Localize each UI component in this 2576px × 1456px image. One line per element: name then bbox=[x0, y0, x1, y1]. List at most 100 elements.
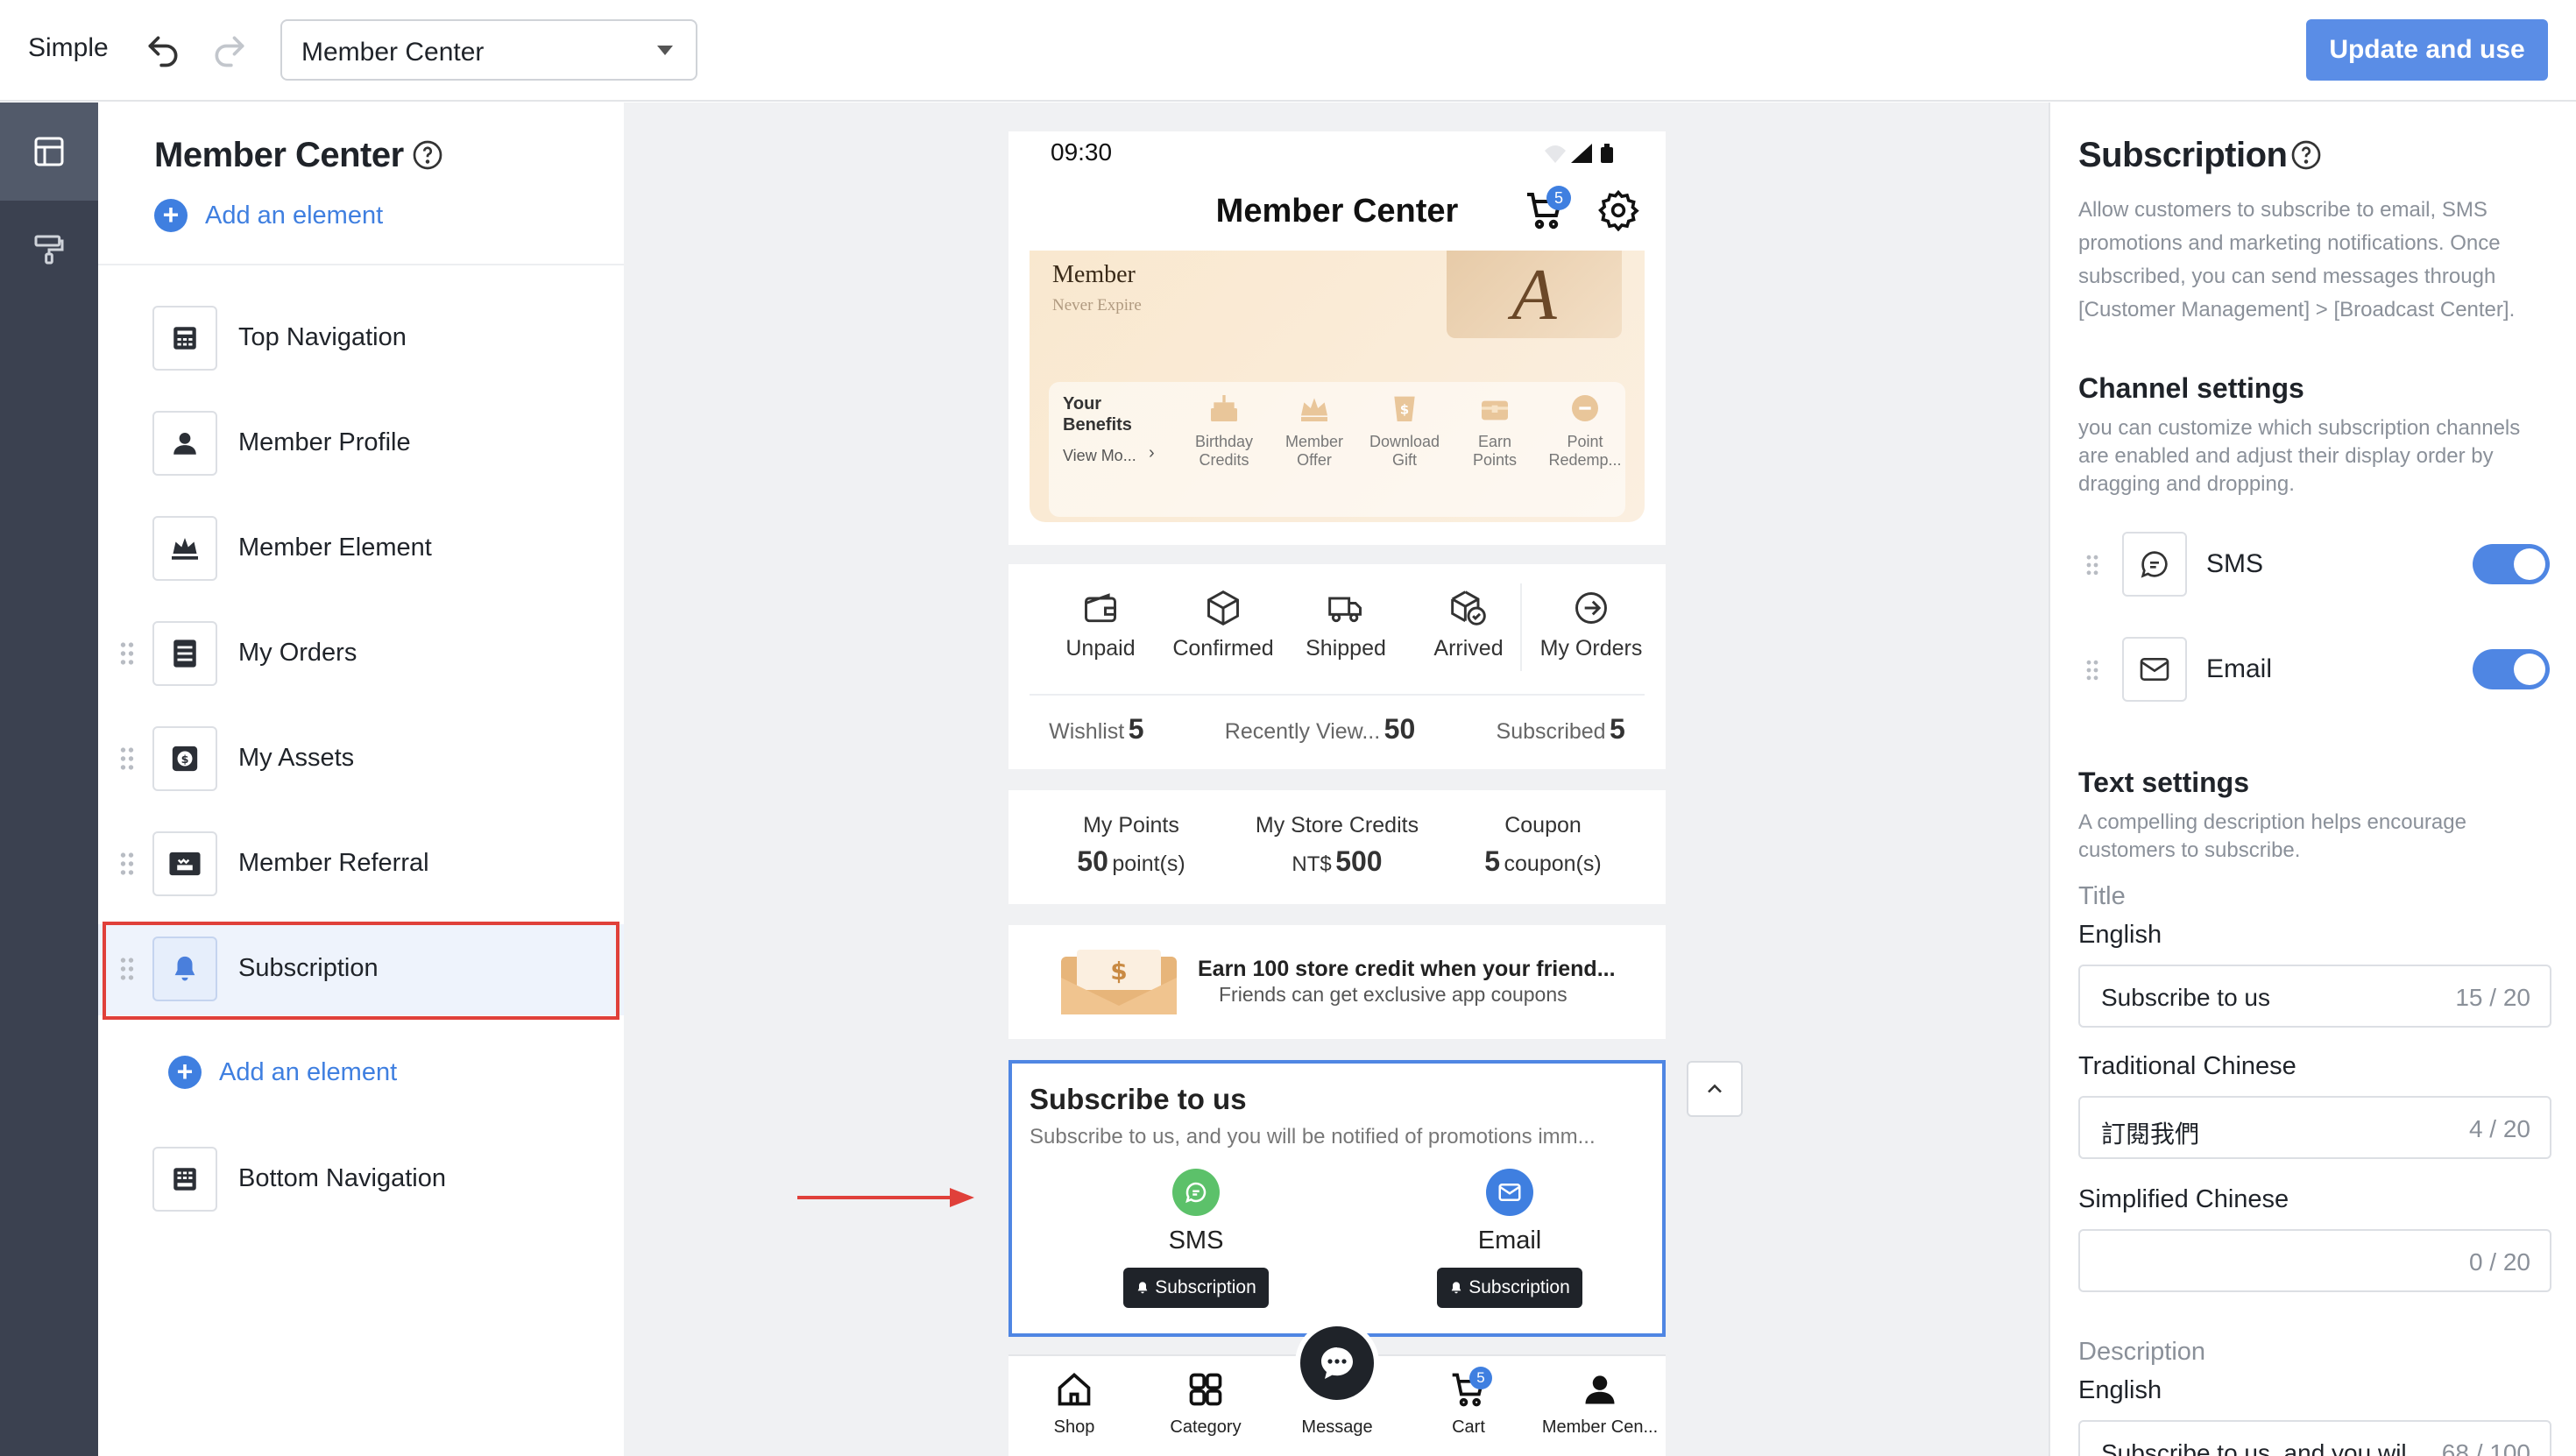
collapse-button[interactable] bbox=[1687, 1061, 1743, 1117]
home-icon bbox=[1058, 1373, 1091, 1406]
page-select[interactable]: Member Center bbox=[280, 19, 697, 81]
bottom-nav-category[interactable]: Category bbox=[1140, 1370, 1271, 1438]
drag-handle-icon bbox=[120, 642, 134, 665]
mode-label[interactable]: Simple bbox=[28, 33, 109, 63]
chevron-right-icon: › bbox=[1149, 443, 1155, 463]
title-english-input[interactable]: Subscribe to us 15 / 20 bbox=[2078, 965, 2551, 1028]
email-icon bbox=[1486, 1169, 1533, 1216]
subscription-block[interactable]: Subscribe to us Subscribe to us, and you… bbox=[1008, 1060, 1666, 1337]
sms-toggle[interactable] bbox=[2473, 544, 2550, 584]
my-store-credits[interactable]: My Store Credits NT$ 500 bbox=[1232, 813, 1442, 878]
add-element-bottom-button[interactable]: + Add an element bbox=[168, 1056, 397, 1089]
bell-icon bbox=[1451, 1282, 1461, 1294]
benefit-birthday-credits[interactable]: Birthday Credits bbox=[1180, 391, 1268, 470]
crown-icon bbox=[1301, 398, 1327, 421]
top-toolbar: Simple Member Center Update and use bbox=[0, 0, 2576, 102]
add-element-top-button[interactable]: + Add an element bbox=[154, 199, 383, 232]
wishlist-stat[interactable]: Wishlist 5 bbox=[1049, 713, 1143, 746]
coin-bag-icon: $ bbox=[1394, 396, 1415, 421]
benefit-earn-points[interactable]: Earn Points bbox=[1451, 391, 1539, 470]
sms-subscription-button[interactable]: Subscription bbox=[1123, 1268, 1269, 1308]
my-orders-card[interactable]: Unpaid Confirmed Shipped Arrived My Orde… bbox=[1008, 564, 1666, 769]
treasure-icon bbox=[1482, 400, 1508, 421]
subscription-title: Subscribe to us bbox=[1030, 1083, 1247, 1115]
cake-icon bbox=[1211, 395, 1237, 421]
drag-handle-icon bbox=[120, 852, 134, 875]
chat-bubble-icon bbox=[1321, 1347, 1353, 1379]
recently-viewed-stat[interactable]: Recently View... 50 bbox=[1225, 713, 1415, 746]
help-icon[interactable] bbox=[2290, 139, 2322, 171]
message-fab[interactable] bbox=[1295, 1321, 1379, 1405]
my-orders-link[interactable]: My Orders bbox=[1525, 589, 1657, 661]
description-section-label: Description bbox=[2078, 1338, 2206, 1366]
benefit-download-gift[interactable]: $ Download Gift bbox=[1361, 391, 1448, 470]
benefits-panel: Your Benefits View Mo... › Birthday Cred… bbox=[1049, 382, 1625, 517]
text-settings-desc: A compelling description helps encourage… bbox=[2078, 810, 2466, 862]
channel-row-email: Email bbox=[2050, 637, 2576, 707]
element-list-title: Member Center bbox=[154, 136, 404, 174]
subscription-description: Subscribe to us, and you will be notifie… bbox=[1030, 1125, 1596, 1149]
bottom-nav-member-center[interactable]: Member Cen... bbox=[1534, 1370, 1666, 1438]
settings-panel: Subscription Allow customers to subscrib… bbox=[2049, 102, 2576, 1456]
crown-icon bbox=[152, 516, 217, 581]
wallet-icon bbox=[1085, 593, 1116, 623]
drag-handle-icon[interactable] bbox=[2085, 658, 2099, 682]
orders-icon bbox=[152, 621, 217, 686]
order-status-unpaid[interactable]: Unpaid bbox=[1035, 589, 1166, 661]
update-and-use-button[interactable]: Update and use bbox=[2306, 19, 2548, 81]
arrived-package-icon bbox=[1451, 590, 1486, 626]
benefit-member-offer[interactable]: Member Offer bbox=[1270, 391, 1358, 470]
bottom-nav-cart[interactable]: Cart bbox=[1403, 1370, 1534, 1438]
element-item-top-navigation[interactable]: Top Navigation bbox=[98, 293, 624, 385]
undo-icon[interactable] bbox=[144, 32, 182, 70]
paint-roller-icon[interactable] bbox=[0, 201, 98, 299]
bottom-navigation-icon bbox=[152, 1147, 217, 1212]
element-item-my-orders[interactable]: My Orders bbox=[98, 609, 624, 700]
member-referral-card[interactable]: $ Earn 100 store credit when your friend… bbox=[1008, 925, 1666, 1039]
channel-settings-title: Channel settings bbox=[2078, 372, 2304, 404]
my-assets-card[interactable]: My Points 50 point(s) My Store Credits N… bbox=[1008, 790, 1666, 904]
layout-icon[interactable] bbox=[0, 102, 98, 201]
subscribed-stat[interactable]: Subscribed 5 bbox=[1497, 713, 1625, 746]
channel-row-sms: SMS bbox=[2050, 532, 2576, 602]
element-item-member-referral[interactable]: Member Referral bbox=[98, 819, 624, 910]
status-icons bbox=[1545, 144, 1613, 163]
order-status-arrived[interactable]: Arrived bbox=[1403, 589, 1534, 661]
title-simplified-chinese-input[interactable]: 0 / 20 bbox=[2078, 1229, 2551, 1292]
order-status-confirmed[interactable]: Confirmed bbox=[1157, 589, 1289, 661]
status-time: 09:30 bbox=[1051, 138, 1113, 166]
member-expiry: Never Expire bbox=[1052, 296, 1142, 315]
grid-icon bbox=[1189, 1373, 1222, 1406]
package-icon bbox=[1207, 590, 1239, 626]
referral-envelope-icon: $ bbox=[1061, 950, 1177, 1014]
help-icon[interactable] bbox=[412, 139, 443, 171]
member-profile-card[interactable]: Member Never Expire A Your Benefits View… bbox=[1008, 251, 1666, 545]
left-rail bbox=[0, 102, 98, 1456]
brand-logo: A bbox=[1447, 251, 1622, 338]
element-item-member-profile[interactable]: Member Profile bbox=[98, 399, 624, 490]
element-item-my-assets[interactable]: $ My Assets bbox=[98, 714, 624, 805]
page-select-value: Member Center bbox=[301, 38, 485, 67]
bottom-nav-shop[interactable]: Shop bbox=[1008, 1370, 1140, 1438]
arrow-circle-right-icon bbox=[1575, 592, 1607, 624]
svg-text:$: $ bbox=[1110, 957, 1127, 986]
description-english-input[interactable]: Subscribe to us, and you wil 68 / 100 bbox=[2078, 1420, 2551, 1456]
text-settings-title: Text settings bbox=[2078, 767, 2249, 798]
sms-icon bbox=[2122, 532, 2187, 597]
email-channel: Email Subscription bbox=[1422, 1169, 1597, 1308]
gear-icon[interactable] bbox=[1597, 189, 1639, 231]
title-traditional-chinese-input[interactable]: 訂閱我們 4 / 20 bbox=[2078, 1096, 2551, 1159]
order-status-shipped[interactable]: Shipped bbox=[1280, 589, 1412, 661]
sms-channel: SMS Subscription bbox=[1108, 1169, 1284, 1308]
view-more-link[interactable]: View Mo... bbox=[1063, 447, 1136, 465]
phone-top-navigation[interactable]: 09:30 Member Center 5 bbox=[1008, 131, 1666, 251]
benefit-point-redemption[interactable]: Point Redemp... bbox=[1541, 391, 1629, 470]
email-subscription-button[interactable]: Subscription bbox=[1437, 1268, 1582, 1308]
element-item-member-element[interactable]: Member Element bbox=[98, 504, 624, 595]
coupon-count[interactable]: Coupon 5 coupon(s) bbox=[1455, 813, 1631, 878]
element-item-bottom-navigation[interactable]: Bottom Navigation bbox=[98, 1134, 624, 1226]
redo-icon[interactable] bbox=[210, 32, 249, 70]
drag-handle-icon[interactable] bbox=[2085, 553, 2099, 577]
my-points[interactable]: My Points 50 point(s) bbox=[1044, 813, 1219, 878]
email-toggle[interactable] bbox=[2473, 649, 2550, 689]
